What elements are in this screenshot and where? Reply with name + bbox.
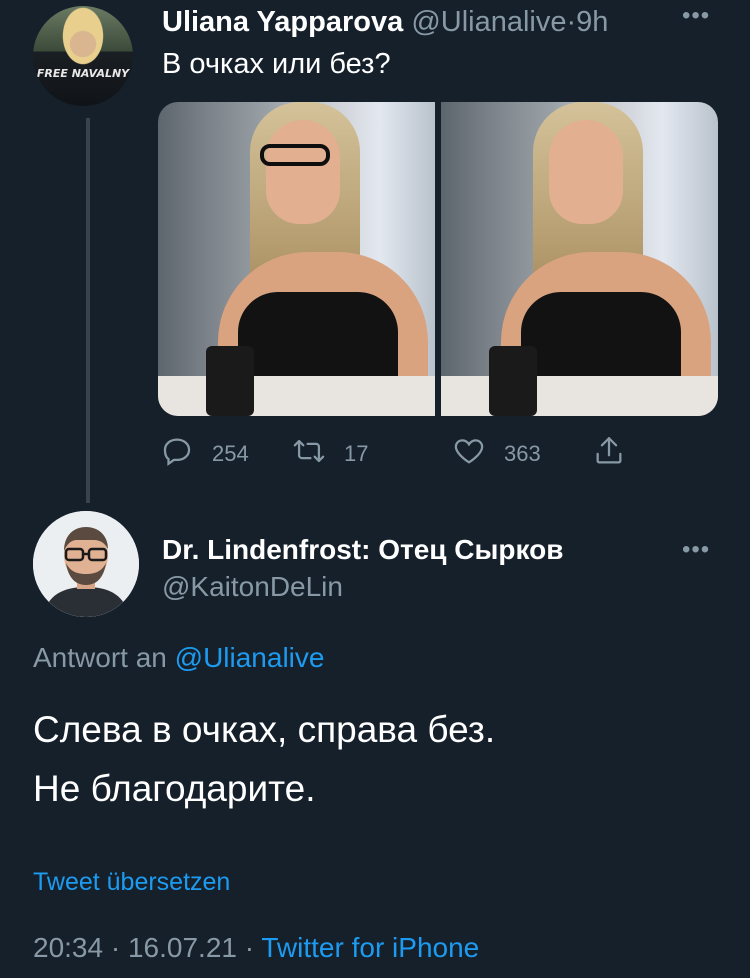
retweet-action[interactable]: 17 bbox=[292, 434, 368, 474]
reply-handle[interactable]: @KaitonDeLin bbox=[162, 570, 343, 604]
reply-context-prefix: Antwort an bbox=[33, 642, 167, 673]
meta-separator-2: · bbox=[244, 932, 255, 963]
reply-avatar[interactable] bbox=[33, 511, 139, 617]
parent-avatar[interactable]: FREE NAVALNY bbox=[33, 6, 133, 106]
reply-context: Antwort an @Ulianalive bbox=[33, 640, 324, 676]
parent-display-name[interactable]: Uliana Yapparova bbox=[162, 6, 403, 38]
reply-tweet-text: Слева в очках, справа без. Не благодарит… bbox=[33, 700, 495, 818]
translate-tweet-link[interactable]: Tweet übersetzen bbox=[33, 866, 230, 898]
like-count: 363 bbox=[504, 441, 541, 466]
avatar-shirt-text: FREE NAVALNY bbox=[36, 67, 130, 80]
reply-more-icon[interactable]: ••• bbox=[682, 538, 710, 562]
media-photo-left[interactable] bbox=[158, 102, 435, 416]
thread-connector-line bbox=[86, 118, 90, 503]
parent-handle[interactable]: @Ulianalive bbox=[411, 6, 566, 38]
parent-time-separator: · bbox=[566, 6, 577, 38]
microphone-shape bbox=[489, 346, 537, 416]
reply-icon bbox=[160, 434, 194, 474]
parent-time[interactable]: 9h bbox=[576, 6, 608, 38]
parent-tweet-text: В очках или без? bbox=[162, 48, 391, 80]
retweet-icon bbox=[292, 434, 326, 474]
tweet-date: 16.07.21 bbox=[127, 932, 237, 963]
share-icon bbox=[592, 434, 626, 474]
parent-action-bar: 254 17 363 bbox=[160, 434, 640, 470]
parent-tweet-header: Uliana Yapparova @Ulianalive·9h bbox=[162, 4, 608, 40]
reply-text-line-2: Не благодарите. bbox=[33, 768, 316, 809]
reply-text-line-1: Слева в очках, справа без. bbox=[33, 709, 496, 750]
reply-action[interactable]: 254 bbox=[160, 434, 249, 474]
media-photo-right[interactable] bbox=[441, 102, 718, 416]
share-action[interactable] bbox=[592, 434, 626, 474]
like-action[interactable]: 363 bbox=[452, 434, 541, 474]
retweet-count: 17 bbox=[344, 441, 369, 466]
meta-separator-1: · bbox=[110, 932, 121, 963]
reply-display-name[interactable]: Dr. Lindenfrost: Отец Сырков bbox=[162, 533, 563, 567]
parent-more-icon[interactable]: ••• bbox=[682, 4, 710, 28]
reply-context-mention[interactable]: @Ulianalive bbox=[175, 642, 325, 673]
reply-count: 254 bbox=[212, 441, 249, 466]
microphone-shape bbox=[206, 346, 254, 416]
tweet-time: 20:34 bbox=[33, 932, 104, 963]
parent-media-grid bbox=[158, 102, 718, 416]
heart-icon bbox=[452, 434, 486, 474]
tweet-meta: 20:34 · 16.07.21 · Twitter for iPhone bbox=[33, 930, 479, 966]
glasses-shape bbox=[260, 144, 330, 166]
tweet-source[interactable]: Twitter for iPhone bbox=[261, 932, 479, 963]
